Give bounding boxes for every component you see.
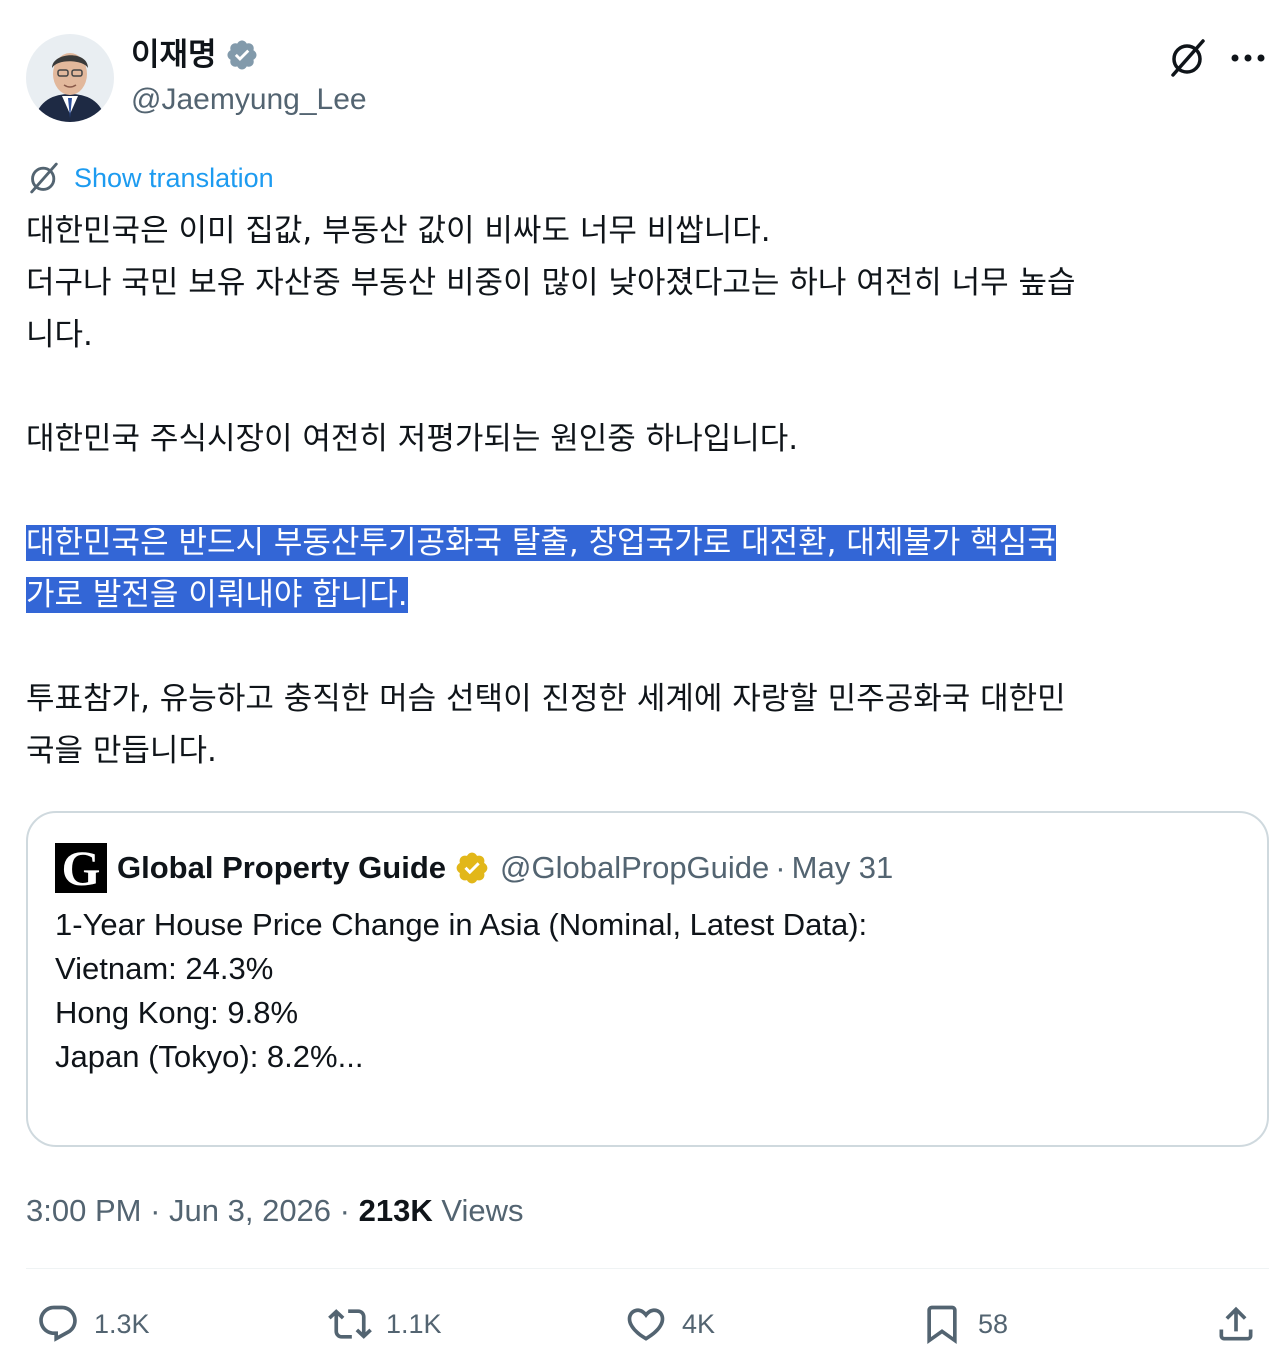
tweet-paragraph-highlighted: 대한민국은 반드시 부동산투기공화국 탈출, 창업국가로 대전환, 대체불가 핵… <box>26 517 1266 621</box>
quoted-tweet-text: 1-Year House Price Change in Asia (Nomin… <box>55 903 1235 1079</box>
heart-icon <box>627 1308 665 1341</box>
tweet-paragraph: 투표참가, 유능하고 충직한 머슴 선택이 진정한 세계에 자랑할 민주공화국 … <box>26 681 1066 769</box>
bookmark-button[interactable]: 58 <box>920 1296 1008 1352</box>
tweet-time[interactable]: 3:00 PM <box>26 1193 141 1228</box>
tweet-paragraph: 대한민국은 이미 집값, 부동산 값이 비싸도 너무 비쌉니다. 더구나 국민 … <box>26 213 1076 353</box>
grok-translate-icon <box>30 162 58 194</box>
share-button[interactable] <box>1214 1296 1258 1352</box>
avatar-image <box>26 34 114 122</box>
tweet-meta: 3:00 PM · Jun 3, 2026 · 213K Views <box>26 1190 523 1232</box>
reply-count: 1.3K <box>94 1308 150 1339</box>
like-button[interactable]: 4K <box>624 1296 715 1352</box>
repost-icon <box>328 1309 372 1339</box>
avatar[interactable] <box>26 34 114 122</box>
grok-icon <box>1171 39 1205 77</box>
views-label: Views <box>432 1193 524 1228</box>
author-display-name[interactable]: 이재명 <box>131 36 217 74</box>
tweet-text: 대한민국은 이미 집값, 부동산 값이 비싸도 너무 비쌉니다. 더구나 국민 … <box>26 205 1266 777</box>
author-name-row[interactable]: 이재명 <box>131 36 259 74</box>
separator-dot: · <box>775 850 786 885</box>
meta-separator: · <box>141 1193 170 1228</box>
repost-count: 1.1K <box>386 1308 442 1339</box>
quoted-author-name[interactable]: Global Property Guide <box>117 850 446 886</box>
reply-button[interactable]: 1.3K <box>36 1296 150 1352</box>
grok-button[interactable] <box>1166 36 1210 80</box>
quoted-tweet-header: G Global Property Guide @GlobalPropGuide… <box>55 843 893 893</box>
quoted-line: Hong Kong: 9.8% <box>55 995 299 1030</box>
quoted-author-logo: G <box>55 843 107 893</box>
bookmark-count: 58 <box>978 1308 1009 1339</box>
quoted-line: 1-Year House Price Change in Asia (Nomin… <box>55 907 868 942</box>
divider <box>26 1268 1269 1269</box>
quoted-tweet-date[interactable]: May 31 <box>792 850 894 886</box>
like-count: 4K <box>682 1308 716 1339</box>
tweet-paragraph: 대한민국 주식시장이 여전히 저평가되는 원인중 하나입니다. <box>26 421 799 457</box>
bookmark-icon <box>927 1305 957 1345</box>
quoted-line: Vietnam: 24.3% <box>55 951 274 986</box>
selected-text: 대한민국은 반드시 부동산투기공화국 탈출, 창업국가로 대전환, 대체불가 핵… <box>26 525 1056 613</box>
share-icon <box>1219 1306 1253 1341</box>
show-translation-link[interactable]: Show translation <box>26 160 274 196</box>
action-bar: 1.3K 1.1K 4K 58 <box>0 1296 1280 1352</box>
meta-separator: · <box>331 1193 359 1228</box>
repost-button[interactable]: 1.1K <box>328 1296 442 1352</box>
gold-verified-badge-icon <box>456 852 488 884</box>
show-translation-label[interactable]: Show translation <box>74 160 274 196</box>
quoted-tweet[interactable]: G Global Property Guide @GlobalPropGuide… <box>26 811 1269 1147</box>
quoted-author-handle[interactable]: @GlobalPropGuide <box>500 850 769 886</box>
more-options-button[interactable] <box>1226 36 1270 80</box>
more-dots-icon <box>1231 54 1265 62</box>
verified-badge-icon <box>227 40 257 70</box>
quoted-line: Japan (Tokyo): 8.2%... <box>55 1039 364 1074</box>
views-count: 213K <box>358 1193 433 1228</box>
tweet-date[interactable]: Jun 3, 2026 <box>169 1193 331 1228</box>
reply-icon <box>39 1305 77 1342</box>
author-handle[interactable]: @Jaemyung_Lee <box>131 82 367 118</box>
